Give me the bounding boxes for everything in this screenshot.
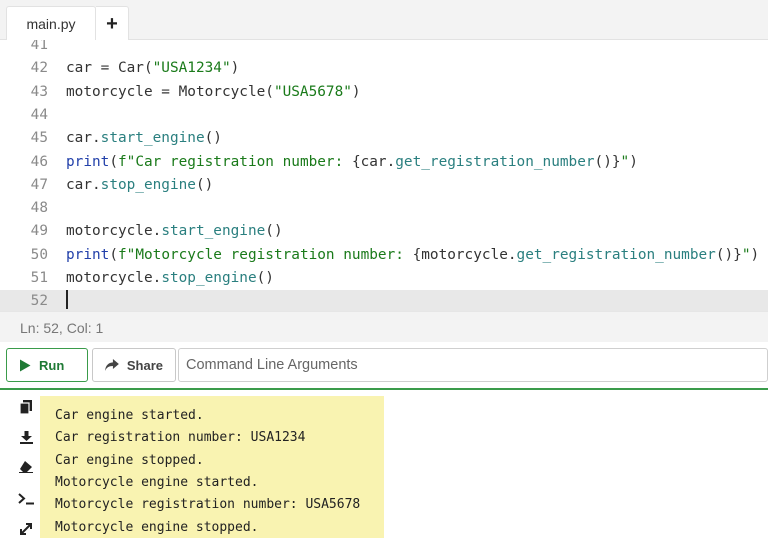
code-token: stop_engine	[161, 270, 257, 286]
line-number: 41	[30, 40, 48, 53]
run-toolbar: Run Share	[0, 342, 768, 388]
line-number: 51	[30, 270, 48, 286]
code-line[interactable]: 48	[0, 197, 768, 220]
code-text: car.start_engine()	[66, 127, 222, 150]
line-number: 44	[30, 106, 48, 123]
plus-icon: +	[106, 12, 118, 35]
share-button-label: Share	[126, 357, 163, 373]
code-token: car = Car(	[66, 60, 153, 77]
output-line: Car engine started.	[55, 408, 204, 423]
output-line: Car registration number: USA1234	[55, 430, 306, 446]
code-token: print	[66, 246, 110, 263]
code-line[interactable]: 42 car = Car("USA1234")	[0, 57, 768, 80]
code-token: "USA5678"	[273, 83, 352, 100]
code-token: motorcycle.	[66, 270, 162, 286]
code-token: f"Motorcycle registration number:	[118, 246, 413, 263]
code-token: start_engine	[161, 223, 266, 240]
code-token: (	[109, 246, 118, 263]
eraser-icon[interactable]	[17, 458, 35, 476]
code-token: start_engine	[100, 130, 205, 147]
code-token: "	[620, 153, 630, 170]
play-icon	[20, 359, 31, 371]
code-token: )	[230, 60, 240, 77]
code-line[interactable]: 43 motorcycle = Motorcycle("USA5678")	[0, 81, 768, 104]
code-line[interactable]: 41	[0, 40, 768, 57]
copy-icon[interactable]	[17, 398, 35, 416]
command-line-arguments-input[interactable]	[178, 348, 768, 382]
download-icon[interactable]	[17, 428, 35, 446]
code-token: ()	[204, 130, 222, 147]
line-number: 48	[30, 200, 48, 217]
line-number: 52	[30, 293, 48, 310]
line-number: 49	[30, 223, 48, 240]
line-number: 45	[30, 130, 48, 147]
code-line[interactable]: 44	[0, 104, 768, 127]
share-button[interactable]: Share	[92, 348, 176, 382]
code-token: {car.	[351, 153, 396, 170]
output-line: Motorcycle engine started.	[55, 474, 259, 490]
code-text	[66, 290, 68, 311]
code-token: ()}	[594, 153, 621, 170]
code-text: car.stop_engine()	[66, 174, 213, 197]
line-number: 42	[30, 60, 48, 77]
code-token: motorcycle.	[66, 223, 162, 240]
code-token: )	[750, 246, 760, 263]
code-token: ()	[256, 270, 274, 286]
code-text: print(f"Car registration number: {car.ge…	[66, 151, 638, 174]
editor-status-bar: Ln: 52, Col: 1	[0, 311, 768, 342]
code-token: "	[741, 246, 751, 263]
code-token: ()	[265, 223, 283, 240]
code-line[interactable]: 50 print(f"Motorcycle registration number…	[0, 244, 768, 267]
code-line[interactable]: 49 motorcycle.start_engine()	[0, 220, 768, 243]
code-token: ()}	[715, 246, 742, 263]
line-number: 47	[30, 176, 48, 193]
code-token: (	[109, 153, 118, 170]
tab-bar: main.py +	[0, 0, 768, 40]
code-text: car = Car("USA1234")	[66, 57, 239, 80]
code-token: get_registration_number	[516, 246, 716, 263]
code-line[interactable]: 47 car.stop_engine()	[0, 174, 768, 197]
code-token: )	[629, 153, 638, 170]
cursor-position: Ln: 52, Col: 1	[20, 320, 104, 336]
output-panel: Car engine started. Car registration numb…	[0, 390, 768, 538]
code-token: get_registration_number	[395, 153, 595, 170]
line-number: 50	[30, 246, 48, 263]
tab-main-py-label: main.py	[26, 15, 76, 32]
code-line[interactable]: 52	[0, 290, 768, 311]
code-token: stop_engine	[100, 176, 196, 193]
code-token: "USA1234"	[152, 60, 231, 77]
output-icon-column	[0, 390, 40, 538]
code-token: f"Car registration number:	[118, 153, 352, 170]
add-tab-button[interactable]: +	[96, 6, 129, 40]
tab-main-py[interactable]: main.py	[6, 6, 96, 40]
share-icon	[105, 359, 119, 371]
code-editor[interactable]: 41 42 car = Car("USA1234") 43 motorcycle = M…	[0, 40, 768, 311]
code-token: motorcycle = Motorcycle(	[66, 83, 274, 100]
code-text: print(f"Motorcycle registration number: …	[66, 244, 759, 267]
code-token: ()	[195, 176, 214, 193]
program-output: Car engine started. Car registration numb…	[40, 396, 384, 538]
code-line[interactable]: 45 car.start_engine()	[0, 127, 768, 150]
output-line: Car engine stopped.	[55, 452, 204, 468]
output-line: Motorcycle registration number: USA5678	[55, 497, 361, 513]
code-token: car.	[66, 130, 101, 147]
code-line[interactable]: 51 motorcycle.stop_engine()	[0, 267, 768, 290]
code-token: print	[66, 153, 110, 170]
line-number: 46	[30, 153, 48, 170]
code-text: motorcycle = Motorcycle("USA5678")	[66, 81, 361, 104]
code-token: )	[351, 83, 361, 100]
text-cursor	[66, 290, 68, 310]
run-button-label: Run	[39, 357, 65, 373]
expand-icon[interactable]	[17, 520, 35, 538]
run-button[interactable]: Run	[6, 348, 88, 382]
code-line[interactable]: 46 print(f"Car registration number: {car.…	[0, 151, 768, 174]
line-number: 43	[30, 83, 48, 100]
code-token: car.	[66, 176, 101, 193]
code-text: motorcycle.stop_engine()	[66, 267, 274, 290]
output-line: Motorcycle engine stopped.	[55, 519, 259, 535]
code-text: motorcycle.start_engine()	[66, 220, 283, 243]
terminal-icon[interactable]	[17, 490, 35, 508]
code-token: {motorcycle.	[412, 246, 517, 263]
